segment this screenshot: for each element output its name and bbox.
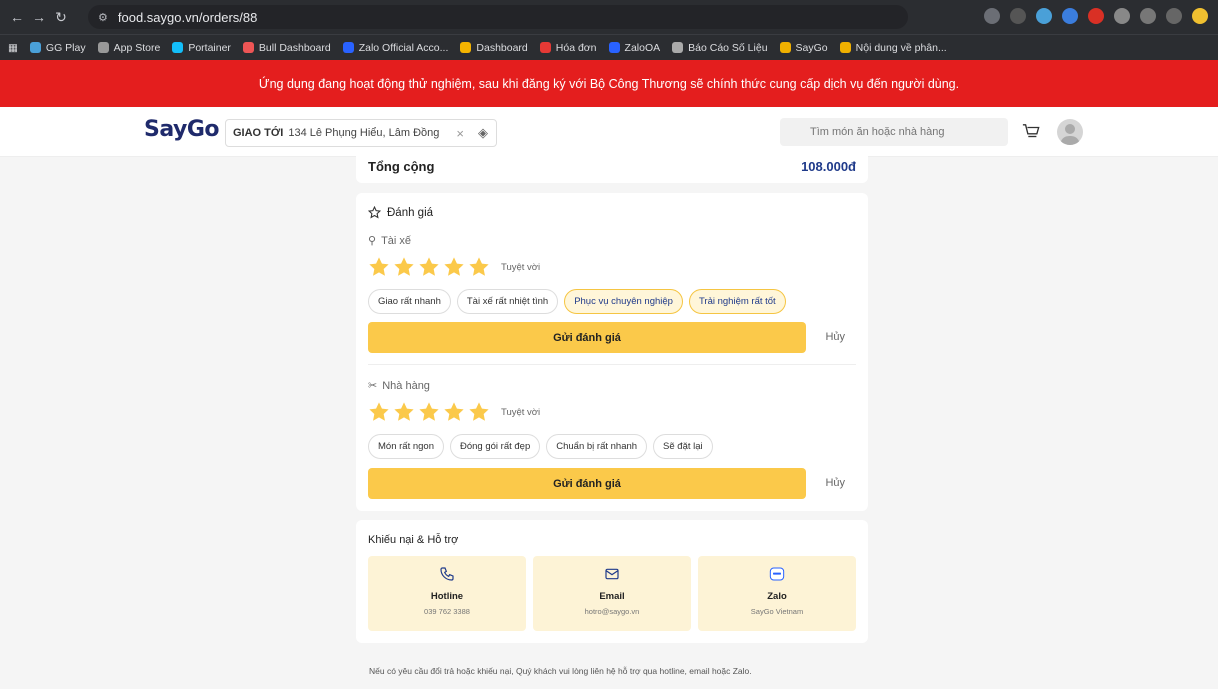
profile-icon[interactable] [1192, 8, 1208, 24]
bookmark-item[interactable]: Dashboard [460, 42, 528, 54]
email-card[interactable]: Email hotro@saygo.vn [533, 556, 691, 631]
locate-icon[interactable]: ◈ [478, 125, 488, 141]
site-settings-icon[interactable]: ⚙ [98, 11, 108, 24]
driver-submit-button[interactable]: Gửi đánh giá [368, 322, 806, 353]
translate-icon[interactable] [984, 8, 1000, 24]
star-icon[interactable] [468, 256, 490, 278]
star-icon[interactable] [393, 256, 415, 278]
restaurant-rating-title: ✂ Nhà hàng [368, 379, 430, 393]
extension-icon[interactable] [1062, 8, 1078, 24]
bicycle-icon: ⚲ [368, 235, 377, 247]
apps-grid-icon[interactable]: ▦ [8, 42, 18, 54]
adblock-icon[interactable] [1088, 8, 1104, 24]
deliver-label: GIAO TỚI [233, 127, 284, 139]
cart-icon[interactable] [1022, 123, 1040, 141]
reload-icon[interactable]: ↻ [50, 9, 72, 26]
extension-icons [984, 8, 1208, 24]
search-input[interactable] [780, 118, 1008, 146]
back-icon[interactable]: ← [6, 9, 28, 25]
delivery-address: 134 Lê Phụng Hiểu, Lâm Đồng [288, 127, 440, 139]
star-icon[interactable] [468, 401, 490, 423]
zalo-label: Zalo [767, 591, 787, 602]
bookmark-item[interactable]: App Store [97, 42, 160, 54]
puzzle-icon[interactable] [1140, 8, 1156, 24]
phone-icon [440, 567, 454, 581]
zalo-icon [769, 567, 785, 581]
mail-icon [605, 568, 619, 580]
restaurant-stars-label: Tuyệt vời [501, 406, 541, 418]
bookmark-item[interactable]: GG Play [29, 42, 86, 54]
support-card: Khiếu nại & Hỗ trợ Hotline 039 762 3388 … [356, 520, 868, 643]
email-label: Email [599, 591, 625, 602]
saygo-logo[interactable]: SayGo [144, 117, 220, 142]
bookmark-item[interactable]: Nội dung về phân... [839, 42, 947, 54]
star-icon[interactable] [393, 401, 415, 423]
clear-address-icon[interactable]: × [456, 126, 464, 141]
restaurant-submit-button[interactable]: Gửi đánh giá [368, 468, 806, 499]
bookmark-item[interactable]: Portainer [172, 42, 231, 54]
star-icon[interactable] [418, 401, 440, 423]
address-bar[interactable]: ⚙ food.saygo.vn/orders/88 [88, 5, 908, 29]
delivery-address-box[interactable]: GIAO TỚI 134 Lê Phụng Hiểu, Lâm Đồng × ◈ [225, 119, 497, 147]
trial-banner: Ứng dụng đang hoạt động thử nghiệm, sau … [0, 60, 1218, 107]
bookmark-item[interactable]: Bull Dashboard [242, 42, 331, 54]
feedback-chip[interactable]: Sẽ đặt lại [653, 434, 713, 459]
support-title: Khiếu nại & Hỗ trợ [368, 534, 459, 546]
browser-toolbar: ← → ↻ ⚙ food.saygo.vn/orders/88 [0, 0, 1218, 34]
bookmark-item[interactable]: Báo Cáo Số Liệu [672, 42, 768, 54]
hotline-value: 039 762 3388 [424, 607, 470, 616]
bookmark-item[interactable]: Zalo Official Acco... [342, 42, 448, 54]
camera-icon[interactable] [1114, 8, 1130, 24]
bookmark-star-icon[interactable] [1010, 8, 1026, 24]
star-icon[interactable] [443, 401, 465, 423]
rating-card: Đánh giá ⚲ Tài xế Tuyệt vời Giao rất nha… [356, 193, 868, 511]
bookmark-item[interactable]: ZaloOA [608, 42, 660, 54]
feedback-chip[interactable]: Tài xế rất nhiệt tình [456, 289, 559, 314]
driver-cancel-button[interactable]: Hủy [825, 331, 845, 343]
feedback-chip[interactable]: Phục vụ chuyên nghiệp [564, 289, 683, 314]
footer-note: Nếu có yêu cầu đổi trả hoặc khiếu nại, Q… [369, 666, 752, 676]
forward-icon[interactable]: → [28, 9, 50, 25]
zalo-card[interactable]: Zalo SayGo Vietnam [698, 556, 856, 631]
star-icon[interactable] [443, 256, 465, 278]
star-icon[interactable] [418, 256, 440, 278]
avatar[interactable] [1057, 119, 1083, 145]
tab-search-icon[interactable] [1166, 8, 1182, 24]
hotline-card[interactable]: Hotline 039 762 3388 [368, 556, 526, 631]
restaurant-cancel-button[interactable]: Hủy [825, 477, 845, 489]
email-value: hotro@saygo.vn [584, 607, 640, 616]
bookmark-item[interactable]: SayGo [779, 42, 828, 54]
restaurant-chips: Món rất ngon Đóng gói rất đẹp Chuẩn bị rất… [368, 434, 713, 459]
star-outline-icon [368, 206, 381, 219]
section-divider [368, 364, 856, 365]
utensils-icon: ✂ [368, 380, 378, 392]
feedback-chip[interactable]: Chuẩn bị rất nhanh [546, 434, 648, 459]
hotline-label: Hotline [430, 591, 464, 602]
bookmark-item[interactable]: Hóa đơn [539, 42, 597, 54]
driver-rating-title: ⚲ Tài xế [368, 234, 412, 248]
feedback-chip[interactable]: Trải nghiệm rất tốt [688, 289, 786, 314]
feedback-chip[interactable]: Món rất ngon [368, 434, 444, 459]
restaurant-star-rating[interactable]: Tuyệt vời [368, 401, 540, 423]
star-icon[interactable] [368, 256, 390, 278]
star-icon[interactable] [368, 401, 390, 423]
driver-star-rating[interactable]: Tuyệt vời [368, 256, 540, 278]
total-label: Tổng cộng [368, 159, 435, 174]
url-text: food.saygo.vn/orders/88 [117, 9, 258, 25]
feedback-chip[interactable]: Đóng gói rất đẹp [449, 434, 541, 459]
zalo-value: SayGo Vietnam [750, 607, 804, 616]
bookmarks-bar: ▦ GG Play App Store Portainer Bull Dashb… [0, 34, 1218, 60]
driver-chips: Giao rất nhanh Tài xế rất nhiệt tình Phục … [368, 289, 786, 314]
order-total-card: Tổng cộng 108.000đ [356, 150, 868, 183]
react-icon[interactable] [1036, 8, 1052, 24]
rating-title: Đánh giá [368, 206, 433, 219]
total-value: 108.000đ [801, 159, 856, 174]
feedback-chip[interactable]: Giao rất nhanh [368, 289, 451, 314]
driver-stars-label: Tuyệt vời [501, 261, 541, 273]
